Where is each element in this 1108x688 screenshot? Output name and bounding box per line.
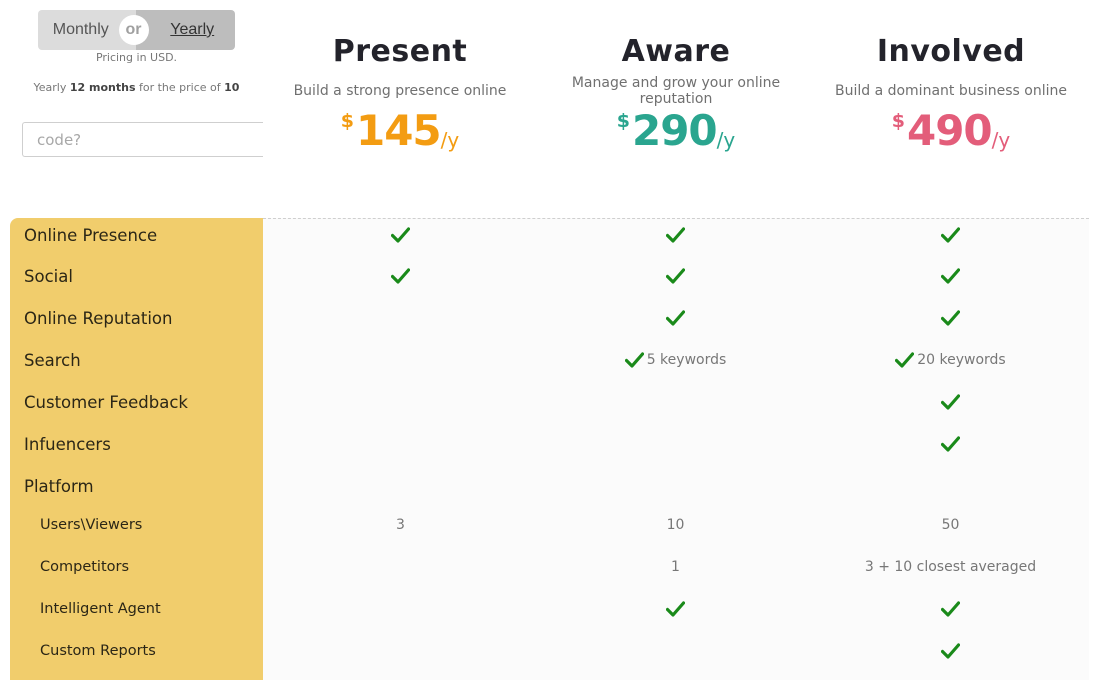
currency-symbol: $ [891,110,905,132]
currency-symbol: $ [340,110,354,132]
yearly-note-middle: for the price of [139,81,221,94]
plan-header-aware: Aware Manage and grow your online reputa… [538,30,814,154]
cell-value: 20 keywords [917,352,1006,368]
check-icon [940,268,961,284]
plan-cell-involved: 3 + 10 closest averaged [813,559,1088,575]
price-period: /y [716,128,736,152]
feature-row: Custom Reports [10,630,1089,672]
cell-value: 10 [666,517,685,533]
feature-label: Platform [24,476,94,496]
feature-row: Infuencers [10,423,1089,465]
check-icon [940,601,961,617]
plan-cell-involved [813,310,1088,326]
check-icon [665,310,686,326]
plan-cell-involved [813,227,1088,243]
plan-price: $ 290 /y [617,108,735,154]
check-icon [665,268,686,284]
feature-label: Online Reputation [24,308,173,328]
plan-price: $ 490 /y [892,108,1010,154]
feature-label: Search [24,350,81,370]
cell-value: 5 keywords [646,352,727,368]
plan-description: Manage and grow your online reputation [571,75,781,107]
plan-description: Build a dominant business online [834,83,1068,99]
feature-label: Users\Viewers [40,517,143,533]
check-icon [940,643,961,659]
plan-cell-involved: 20 keywords [813,352,1088,368]
plan-cell-aware: 5 keywords [538,352,813,368]
plan-cell-involved [813,601,1088,617]
feature-label: Social [24,266,73,286]
cell-value: 1 [671,559,680,575]
feature-row: Social [10,255,1089,297]
plan-cell-present: 3 [263,517,538,533]
feature-row: Customer Feedback [10,381,1089,423]
promo-code-input[interactable] [22,122,263,157]
feature-row: Intelligent Agent [10,588,1089,630]
feature-label: Infuencers [24,434,111,454]
yearly-discount-note: Yearly 12 months for the price of 10 [10,81,263,94]
feature-row: Competitors 1 3 + 10 closest averaged [10,546,1089,588]
plan-cell-aware [538,310,813,326]
check-icon [665,227,686,243]
check-icon [624,352,644,368]
plan-cell-involved [813,643,1088,659]
plan-cell-aware: 10 [538,517,813,533]
price-period: /y [440,128,460,152]
cell-value: 3 + 10 closest averaged [864,559,1037,575]
yearly-option[interactable]: Yearly [135,10,235,50]
plan-cell-present [263,227,538,243]
plan-header-involved: Involved Build a dominant business onlin… [813,30,1089,154]
plan-cell-aware: 1 [538,559,813,575]
plan-cell-involved [813,268,1088,284]
plan-description: Build a strong presence online [293,83,507,99]
price-period: /y [991,128,1011,152]
yearly-note-months: 12 months [69,81,136,94]
check-icon [390,227,411,243]
plan-price: $ 145 /y [341,108,459,154]
feature-label: Customer Feedback [24,392,188,412]
check-icon [895,352,915,368]
check-icon [665,601,686,617]
check-icon [940,436,961,452]
billing-period-toggle[interactable]: Monthly Yearly or [38,10,235,50]
currency-symbol: $ [616,110,630,132]
yearly-note-prefix: Yearly [33,81,67,94]
feature-row: Online Reputation [10,297,1089,339]
check-icon [940,310,961,326]
plan-header-present: Present Build a strong presence online $… [262,30,538,154]
yearly-note-paid-months: 10 [224,81,240,94]
plan-cell-involved: 50 [813,517,1088,533]
check-icon [940,227,961,243]
plan-cell-involved [813,436,1088,452]
plan-name: Present [332,34,468,69]
cell-value: 50 [941,517,960,533]
cell-value: 3 [396,517,405,533]
pricing-currency-note: Pricing in USD. [95,51,178,64]
price-amount: 490 [906,106,993,155]
feature-row: Platform [10,465,1089,507]
plan-cell-present [263,268,538,284]
check-icon [940,394,961,410]
plan-cell-involved [813,394,1088,410]
feature-label: Custom Reports [40,643,156,659]
feature-row: Search 5 keywords 20 keywords [10,339,1089,381]
feature-row: Users\Viewers 3 10 50 [10,504,1089,546]
plan-cell-aware [538,268,813,284]
price-amount: 145 [355,106,442,155]
price-amount: 290 [631,106,718,155]
or-separator: or [118,15,149,45]
plan-cell-aware [538,227,813,243]
feature-row: Online Presence [10,214,1089,256]
plan-cell-aware [538,601,813,617]
plan-name: Involved [876,34,1026,69]
feature-label: Online Presence [24,225,158,245]
feature-label: Intelligent Agent [40,601,161,617]
feature-label: Competitors [40,559,130,575]
plan-name: Aware [621,34,731,69]
check-icon [390,268,411,284]
